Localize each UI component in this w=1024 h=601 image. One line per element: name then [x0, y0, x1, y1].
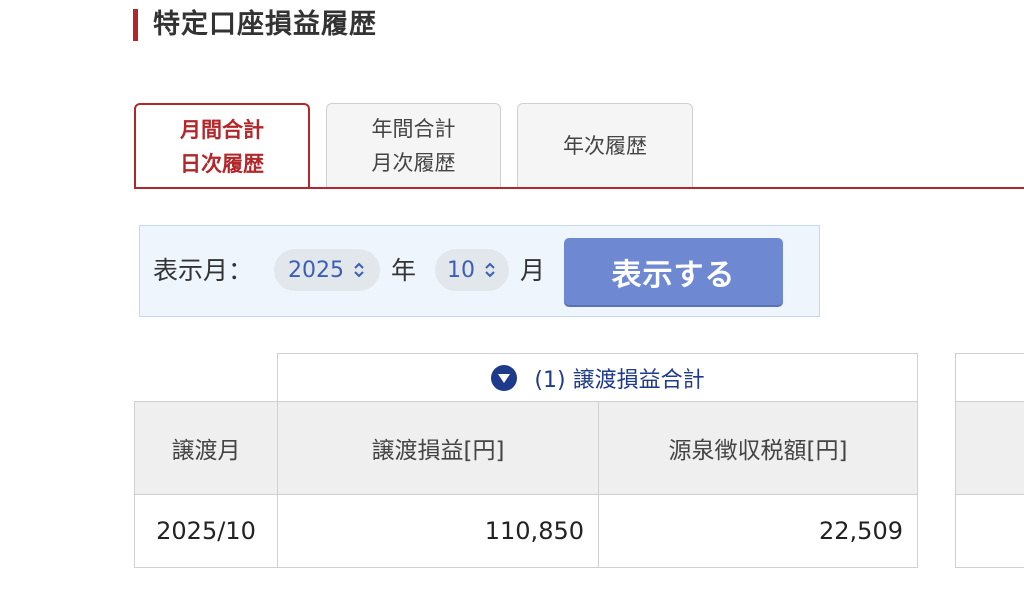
next-table-cell-partial — [955, 494, 1024, 568]
column-header-month: 譲渡月 — [134, 401, 278, 495]
title-accent-bar — [133, 9, 138, 41]
triangle-down-circle-icon — [491, 364, 518, 391]
group-header-transfer-total[interactable]: (1) 譲渡損益合計 — [277, 353, 918, 402]
page: 特定口座損益履歴 月間合計 日次履歴 年間合計 月次履歴 年次履歴 表示月： 2… — [0, 0, 1024, 601]
cell-month: 2025/10 — [134, 494, 278, 568]
cell-gain: 110,850 — [277, 494, 599, 568]
page-title: 特定口座損益履歴 — [153, 9, 377, 40]
month-select-value: 10 — [447, 257, 475, 283]
next-table-column-partial — [955, 401, 1024, 495]
display-month-label: 表示月： — [153, 256, 254, 285]
year-select[interactable]: 2025 — [274, 249, 380, 291]
month-select[interactable]: 10 — [435, 249, 509, 291]
tab-label-line1: 年間合計 — [371, 116, 456, 141]
chevron-updown-icon — [354, 262, 364, 278]
column-header-gain: 譲渡損益[円] — [277, 401, 599, 495]
year-select-value: 2025 — [288, 257, 344, 283]
year-unit-label: 年 — [391, 256, 417, 285]
tab-yearly-monthly[interactable]: 年間合計 月次履歴 — [326, 103, 501, 187]
tab-label-line2: 月次履歴 — [371, 150, 456, 175]
month-filter-panel: 表示月： 2025 年 10 月 表示する — [139, 225, 820, 317]
tab-yearly-history[interactable]: 年次履歴 — [517, 103, 693, 187]
cell-tax: 22,509 — [598, 494, 918, 568]
tab-underline — [134, 187, 1024, 189]
chevron-updown-icon — [485, 262, 495, 278]
month-unit-label: 月 — [520, 256, 546, 285]
group-header-label: (1) 譲渡損益合計 — [534, 367, 705, 393]
tab-label-line1: 月間合計 — [180, 118, 264, 142]
tab-label-line2: 日次履歴 — [180, 152, 264, 176]
tab-monthly-daily[interactable]: 月間合計 日次履歴 — [134, 103, 310, 189]
show-button[interactable]: 表示する — [564, 238, 783, 305]
next-table-header-partial — [955, 353, 1024, 402]
column-header-tax: 源泉徴収税額[円] — [598, 401, 918, 495]
tab-label: 年次履歴 — [563, 133, 647, 158]
